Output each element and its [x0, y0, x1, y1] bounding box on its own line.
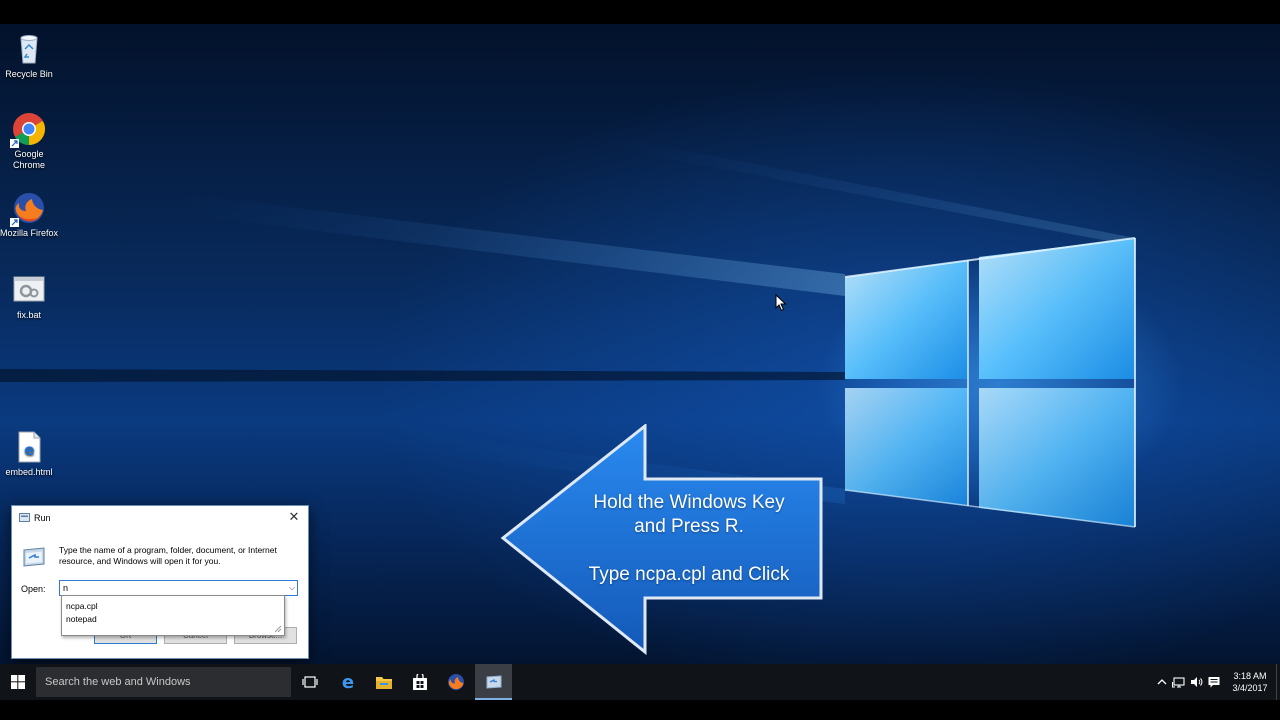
run-icon	[486, 674, 501, 689]
desktop-icon-label: Mozilla Firefox	[0, 228, 59, 238]
store-icon	[413, 673, 427, 690]
desktop-icon-recycle-bin[interactable]: Recycle Bin	[0, 32, 58, 80]
desktop-icon-label: embed.html	[5, 467, 53, 477]
desktop-icon-label: Recycle Bin	[5, 69, 53, 79]
recycle-bin-icon	[12, 32, 46, 66]
chevron-down-icon[interactable]: ⌵	[287, 581, 297, 595]
volume-icon[interactable]	[1189, 675, 1203, 689]
instruction-line-1: Hold the Windows Key	[593, 492, 785, 513]
firefox-icon	[448, 674, 464, 690]
shortcut-arrow-icon	[10, 218, 19, 227]
run-taskbar-button[interactable]	[475, 664, 512, 700]
chrome-icon	[10, 112, 46, 148]
chevron-up-icon[interactable]	[1155, 675, 1169, 689]
resize-grip-icon[interactable]	[274, 625, 282, 633]
run-description: Type the name of a program, folder, docu…	[59, 545, 277, 566]
clock[interactable]: 3:18 AM 3/4/2017	[1224, 670, 1276, 694]
run-dialog-title: Run	[34, 513, 51, 523]
autocomplete-item[interactable]: ncpa.cpl	[66, 601, 98, 611]
desktop-icon-embed-html[interactable]: e embed.html	[0, 430, 58, 478]
screen: Recycle Bin Google Chrome Mozilla Firefo…	[0, 0, 1280, 720]
mouse-cursor-icon	[775, 294, 787, 312]
run-title-icon	[19, 513, 30, 522]
taskbar: Search the web and Windows e 3:18 AM 3/4…	[0, 664, 1280, 700]
letterbox-bottom	[0, 700, 1280, 720]
task-view-icon	[302, 676, 318, 688]
edge-icon: e	[342, 673, 354, 691]
autocomplete-item[interactable]: notepad	[66, 614, 97, 624]
firefox-taskbar-button[interactable]	[438, 664, 474, 700]
windows-logo-icon	[11, 675, 25, 689]
instruction-text: Hold the Windows Key and Press R. Type n…	[560, 491, 818, 587]
desktop-icon-fix-bat[interactable]: fix.bat	[0, 273, 58, 321]
instruction-line-2: and Press R.	[634, 516, 744, 537]
svg-text:e: e	[342, 673, 354, 691]
autocomplete-dropdown: ncpa.cpl notepad	[61, 595, 285, 636]
open-input[interactable]	[59, 580, 298, 596]
instruction-line-3: Type ncpa.cpl and Click	[588, 564, 790, 585]
clock-date: 3/4/2017	[1232, 683, 1268, 693]
run-dialog[interactable]: Run ✕ Type the name of a program, folder…	[11, 505, 309, 659]
shortcut-arrow-icon	[10, 139, 19, 148]
close-button[interactable]: ✕	[286, 508, 302, 526]
open-label: Open:	[21, 584, 46, 594]
network-icon[interactable]	[1172, 675, 1186, 689]
show-desktop-button[interactable]	[1276, 664, 1280, 700]
store-button[interactable]	[402, 664, 438, 700]
desktop-icon-firefox[interactable]: Mozilla Firefox	[0, 191, 58, 239]
task-view-button[interactable]	[292, 664, 328, 700]
batch-file-icon	[12, 273, 46, 307]
edge-button[interactable]: e	[330, 664, 366, 700]
desktop-icon-chrome[interactable]: Google Chrome	[0, 112, 58, 171]
taskbar-search-box[interactable]: Search the web and Windows	[36, 667, 291, 697]
edge-html-file-icon: e	[12, 430, 46, 464]
svg-text:e: e	[24, 441, 34, 459]
folder-icon	[376, 676, 392, 689]
action-center-icon[interactable]	[1207, 675, 1221, 689]
desktop-icon-label: fix.bat	[16, 310, 41, 320]
run-app-icon	[23, 547, 45, 567]
desktop-icon-label: Google Chrome	[12, 149, 45, 170]
firefox-icon	[10, 191, 46, 227]
start-button[interactable]	[0, 664, 36, 700]
file-explorer-button[interactable]	[366, 664, 402, 700]
clock-time: 3:18 AM	[1233, 671, 1267, 681]
letterbox-top	[0, 0, 1280, 24]
